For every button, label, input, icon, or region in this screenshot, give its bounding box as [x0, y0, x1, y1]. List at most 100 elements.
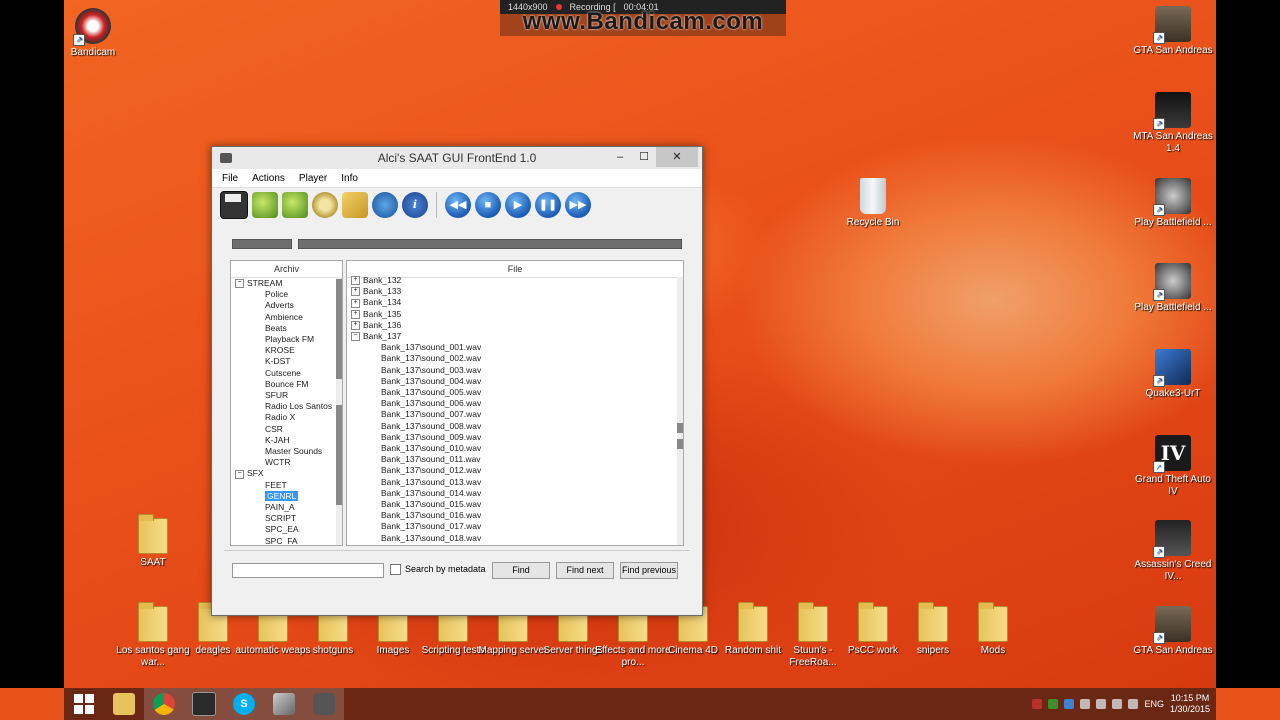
desktop-icon-battlefield-1[interactable]: ↗ Play Battlefield ... [1133, 178, 1213, 229]
tree-node[interactable]: Bank_137\sound_013.wav [347, 477, 683, 488]
play-icon[interactable]: ▶ [505, 192, 531, 218]
tree-node[interactable]: K-JAH [231, 435, 342, 446]
fast-forward-icon[interactable]: ▶▶ [565, 192, 591, 218]
tree-node[interactable]: − Bank_137 [347, 331, 683, 342]
desktop-icon-gta-san-andreas-2[interactable]: ↗ GTA San Andreas [1133, 606, 1213, 657]
tree-node[interactable]: Bank_137\sound_015.wav [347, 499, 683, 510]
expand-icon[interactable]: + [351, 321, 360, 331]
clock[interactable]: 10:15 PM 1/30/2015 [1170, 693, 1210, 715]
volume-tray-icon[interactable] [1128, 699, 1139, 709]
tree-node[interactable]: Bounce FM [231, 379, 342, 390]
tree-node[interactable]: + Bank_134 [347, 297, 683, 308]
tree-node[interactable]: Radio Los Santos [231, 401, 342, 412]
desktop-icon-recycle-bin[interactable]: Recycle Bin [833, 178, 913, 229]
menu-file[interactable]: File [222, 173, 238, 184]
tree-node[interactable]: Bank_137\sound_004.wav [347, 376, 683, 387]
close-button[interactable]: ✕ [656, 147, 698, 167]
desktop-icon-battlefield-2[interactable]: ↗ Play Battlefield ... [1133, 263, 1213, 314]
desktop-icon-assassins-creed[interactable]: ↗ Assassin's Creed IV... [1133, 520, 1213, 583]
tree-node[interactable]: KROSE [231, 345, 342, 356]
scrollbar-thumb-lower[interactable] [336, 405, 342, 505]
tree-node[interactable]: PAIN_A [231, 502, 342, 513]
tree-node[interactable]: Bank_137\sound_018.wav [347, 533, 683, 544]
desktop-icon-gta-san-andreas[interactable]: ↗ GTA San Andreas [1133, 6, 1213, 57]
menu-actions[interactable]: Actions [252, 173, 285, 184]
collapse-icon[interactable]: − [351, 332, 360, 342]
file-scrollbar[interactable] [677, 277, 683, 545]
tree-node[interactable]: GENRL [231, 490, 342, 502]
desktop-icon-saat[interactable]: SAAT [113, 514, 193, 569]
expand-icon[interactable]: + [351, 276, 360, 286]
tree-node[interactable]: SCRIPT [231, 513, 342, 524]
search-input[interactable] [232, 563, 384, 578]
bandicam-tray-icon[interactable] [1032, 699, 1043, 709]
tree-node[interactable]: SFUR [231, 390, 342, 401]
tree-node[interactable]: Bank_137\sound_008.wav [347, 421, 683, 432]
tree-node[interactable]: + Bank_136 [347, 320, 683, 331]
tree-node[interactable]: + Bank_132 [347, 275, 683, 286]
tree-node[interactable]: Radio X [231, 412, 342, 423]
tree-node[interactable]: + Bank_135 [347, 309, 683, 320]
tree-node[interactable]: FEET [231, 480, 342, 491]
taskbar-chrome[interactable] [144, 688, 184, 720]
expand-icon[interactable]: + [351, 309, 360, 319]
tree-node[interactable]: Playback FM [231, 334, 342, 345]
taskbar-skype[interactable]: S [224, 688, 264, 720]
tree-node[interactable]: Bank_137\sound_006.wav [347, 398, 683, 409]
expand-icon[interactable]: + [351, 287, 360, 297]
import-icon[interactable] [282, 192, 308, 218]
desktop-folder[interactable]: Mods [953, 602, 1033, 657]
flag-tray-icon[interactable] [1096, 699, 1107, 709]
find-next-button[interactable]: Find next [556, 562, 614, 579]
tree-node[interactable]: − SFX [231, 468, 342, 479]
settings-gear-icon[interactable] [312, 192, 338, 218]
tree-node[interactable]: Bank_137\sound_003.wav [347, 365, 683, 376]
tree-node[interactable]: WCTR [231, 457, 342, 468]
cloud-tray-icon[interactable] [1080, 699, 1091, 709]
network-tray-icon[interactable] [1064, 699, 1075, 709]
start-button[interactable] [64, 688, 104, 720]
scrollbar-thumb-lower[interactable] [677, 439, 683, 449]
open-archive-icon[interactable] [252, 192, 278, 218]
search-by-metadata-checkbox[interactable] [390, 564, 401, 575]
menu-info[interactable]: Info [341, 173, 358, 184]
tree-node[interactable]: Bank_137\sound_007.wav [347, 409, 683, 420]
playback-progress-bar[interactable] [298, 239, 682, 249]
tree-node[interactable]: Bank_137\sound_010.wav [347, 443, 683, 454]
tree-node[interactable]: Bank_137\sound_016.wav [347, 510, 683, 521]
tree-node[interactable]: Adverts [231, 300, 342, 311]
rewind-icon[interactable]: ◀◀ [445, 192, 471, 218]
wifi-tray-icon[interactable] [1112, 699, 1123, 709]
tree-node[interactable]: Bank_137\sound_002.wav [347, 353, 683, 364]
tree-node[interactable]: Bank_137\sound_001.wav [347, 342, 683, 353]
tree-node[interactable]: Bank_137\sound_005.wav [347, 387, 683, 398]
tree-node[interactable]: CSR [231, 424, 342, 435]
desktop-icon-bandicam[interactable]: ↗ Bandicam [53, 8, 133, 59]
tree-node[interactable]: Bank_137\sound_012.wav [347, 465, 683, 476]
tree-node[interactable]: Beats [231, 323, 342, 334]
tree-node[interactable]: Bank_137\sound_014.wav [347, 488, 683, 499]
maximize-button[interactable]: ☐ [632, 147, 656, 167]
tree-node[interactable]: Bank_137\sound_017.wav [347, 521, 683, 532]
desktop-icon-gta-iv[interactable]: IV ↗ Grand Theft Auto IV [1133, 435, 1213, 498]
taskbar-game[interactable] [184, 688, 224, 720]
expand-icon[interactable]: + [351, 298, 360, 308]
tree-node[interactable]: Master Sounds [231, 446, 342, 457]
scrollbar-thumb[interactable] [336, 279, 342, 379]
scrollbar-thumb[interactable] [677, 423, 683, 433]
collapse-icon[interactable]: − [235, 469, 244, 479]
tree-node[interactable]: Police [231, 289, 342, 300]
tree-node[interactable]: + Bank_133 [347, 286, 683, 297]
volume-bar[interactable] [232, 239, 292, 249]
tree-node[interactable]: Bank_137\sound_011.wav [347, 454, 683, 465]
find-previous-button[interactable]: Find previous [620, 562, 678, 579]
stop-icon[interactable]: ■ [475, 192, 501, 218]
tree-node[interactable]: SPC_EA [231, 524, 342, 535]
tree-node[interactable]: K-DST [231, 356, 342, 367]
tree-node[interactable]: Ambience [231, 312, 342, 323]
tree-node[interactable]: Cutscene [231, 368, 342, 379]
find-button[interactable]: Find [492, 562, 550, 579]
archive-scrollbar[interactable] [336, 277, 342, 545]
tree-node[interactable]: Bank_137\sound_009.wav [347, 432, 683, 443]
menu-player[interactable]: Player [299, 173, 327, 184]
